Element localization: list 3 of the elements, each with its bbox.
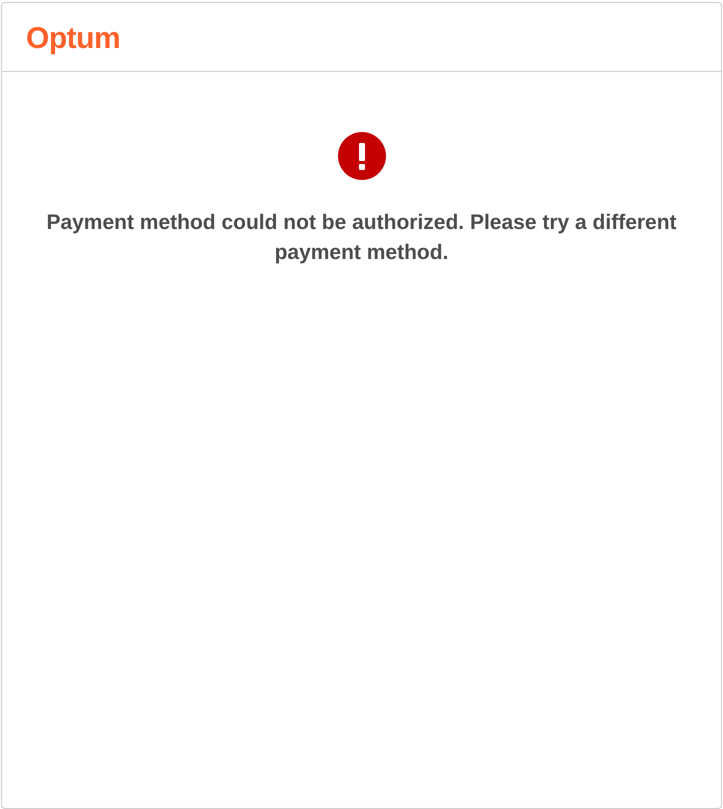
alert-icon (338, 132, 386, 180)
error-message: Payment method could not be authorized. Please try a different payment method. (45, 210, 678, 266)
logo: Optum (26, 22, 120, 55)
